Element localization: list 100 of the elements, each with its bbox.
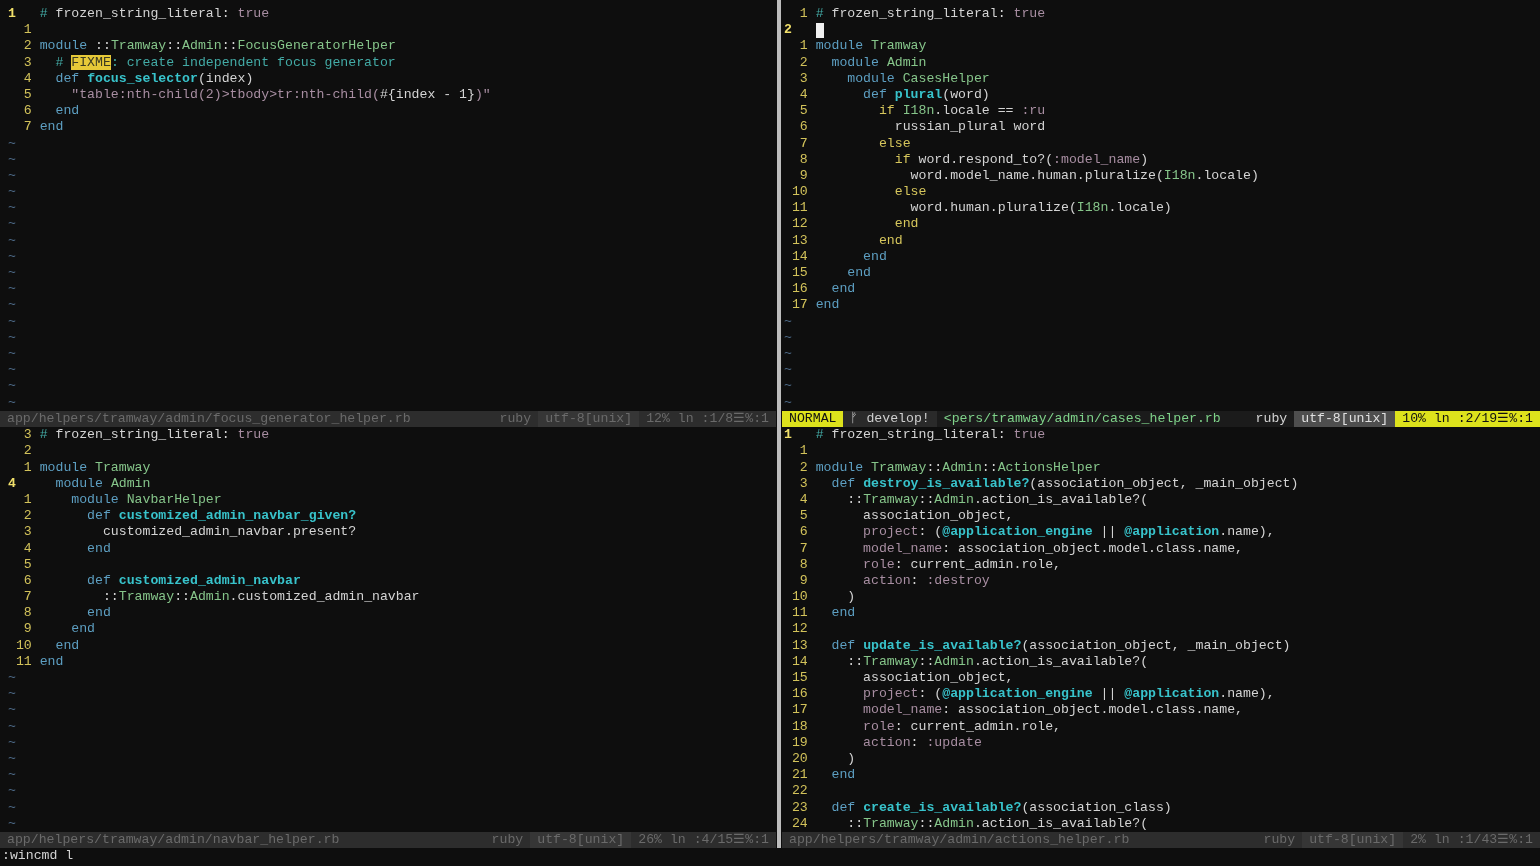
line-number: 2: [22, 38, 32, 55]
code-line: ::Tramway::Admin.action_is_available?(: [846, 653, 1149, 670]
code-line: def focus_selector(index): [54, 70, 254, 87]
cursor-position: 10% ln :2/19☰%:1: [1395, 411, 1540, 428]
file-type: ruby: [1254, 411, 1289, 428]
line-number: 22: [790, 783, 808, 800]
code-line: def destroy_is_available?(association_object, _main_object): [830, 475, 1299, 492]
line-number: 21: [790, 767, 808, 784]
line-number: 3: [22, 54, 32, 71]
file-path: <pers/tramway/admin/cases_helper.rb: [942, 411, 1222, 428]
file-type: ruby: [1262, 832, 1297, 849]
code-line: ): [846, 750, 856, 768]
empty-line-marker: ~: [784, 394, 792, 411]
empty-line-marker: ~: [8, 345, 16, 363]
line-number: 14: [790, 653, 808, 670]
line-number: 6: [22, 572, 32, 590]
empty-line-marker: ~: [784, 362, 792, 379]
line-number: 14: [790, 248, 808, 265]
empty-line-marker: ~: [8, 329, 16, 346]
line-number: 6: [22, 103, 32, 120]
code-line: module CasesHelper: [846, 70, 990, 87]
line-number: 24: [790, 815, 808, 832]
code-line: # frozen_string_literal: true: [815, 427, 1046, 444]
line-number: 10: [790, 184, 808, 201]
line-number: 16: [790, 281, 808, 298]
line-number: 1: [798, 6, 808, 23]
empty-line-marker: ~: [8, 750, 16, 768]
code-line: end: [830, 605, 856, 622]
code-line: # frozen_string_literal: true: [39, 6, 270, 23]
code-line: end: [830, 767, 856, 784]
code-line: end: [70, 621, 96, 638]
code-line: def customized_admin_navbar: [86, 572, 301, 590]
empty-line-marker: ~: [784, 313, 792, 330]
cursor-position: 2% ln :1/43☰%:1: [1409, 832, 1534, 849]
line-number: 2: [798, 459, 808, 476]
mode-indicator: NORMAL: [782, 411, 844, 428]
line-number: 4: [798, 86, 808, 104]
empty-line-marker: ~: [8, 265, 16, 282]
empty-line-marker: ~: [8, 297, 16, 314]
code-line: else: [893, 184, 927, 201]
line-number: 4: [798, 491, 808, 509]
line-number: 8: [798, 556, 808, 573]
code-line: if I18n.locale == :ru: [877, 103, 1046, 120]
line-number: 1: [798, 38, 808, 55]
code-line: end: [86, 540, 111, 557]
line-number: 6: [798, 119, 808, 136]
line-number: 3: [22, 427, 32, 444]
line-number: 4: [8, 475, 17, 492]
code-line: end: [877, 232, 903, 249]
code-line: ): [846, 589, 856, 606]
code-line: role: current_admin.role,: [862, 718, 1061, 735]
code-line: end: [830, 281, 856, 298]
code-line: model_name: association_object.model.class.name,: [862, 540, 1243, 557]
code-line: end: [39, 119, 64, 136]
code-line: module Tramway: [39, 459, 151, 476]
line-number: 7: [798, 540, 808, 557]
line-number: 13: [790, 232, 808, 249]
line-number: 6: [798, 524, 808, 541]
code-line: module Admin: [54, 475, 151, 492]
line-number: 5: [22, 86, 32, 104]
git-branch: ᚠ develop!: [843, 411, 937, 428]
empty-line-marker: ~: [8, 686, 16, 703]
empty-line-marker: ~: [8, 783, 16, 800]
code-line: association_object,: [862, 508, 1014, 525]
empty-line-marker: ~: [8, 815, 16, 832]
code-line: if word.respond_to?(:model_name): [893, 151, 1149, 168]
code-line: else: [877, 135, 911, 152]
command-line: :wincmd l: [1, 848, 75, 865]
empty-line-marker: ~: [784, 345, 792, 363]
empty-line-marker: ~: [784, 378, 792, 395]
code-line: module ::Tramway::Admin::FocusGeneratorHelper: [39, 38, 396, 55]
code-line: customized_admin_navbar.present?: [101, 524, 357, 541]
code-line: project: (@application_engine || @application.name),: [862, 524, 1275, 541]
code-line: end: [846, 265, 872, 282]
code-line: end: [54, 637, 80, 654]
line-number: 12: [790, 621, 808, 638]
code-line: def customized_admin_navbar_given?: [86, 508, 357, 525]
line-number: 5: [798, 103, 808, 120]
empty-line-marker: ~: [8, 151, 16, 168]
line-number: 9: [22, 621, 32, 638]
empty-line-marker: ~: [8, 313, 16, 330]
code-line: def create_is_available?(association_class): [830, 799, 1172, 816]
line-number: 3: [22, 524, 32, 541]
line-number: 3: [798, 70, 808, 87]
line-number: 10: [790, 589, 808, 606]
code-line: ::Tramway::Admin.customized_admin_navbar: [101, 589, 420, 606]
line-number: 1: [798, 443, 808, 460]
code-line: # frozen_string_literal: true: [39, 427, 270, 444]
empty-line-marker: ~: [8, 734, 16, 751]
empty-line-marker: ~: [8, 167, 16, 185]
empty-line-marker: ~: [8, 216, 16, 233]
code-line: end: [862, 248, 887, 265]
code-line: def update_is_available?(association_object, _main_object): [830, 637, 1291, 654]
code-line: action: :update: [862, 734, 982, 751]
line-number: 15: [790, 265, 808, 282]
line-number: 17: [790, 702, 808, 719]
code-line: # FIXME: create independent focus generator: [54, 54, 396, 71]
empty-line-marker: ~: [8, 281, 16, 298]
file-type: ruby: [498, 411, 533, 428]
line-number: 2: [784, 22, 793, 39]
